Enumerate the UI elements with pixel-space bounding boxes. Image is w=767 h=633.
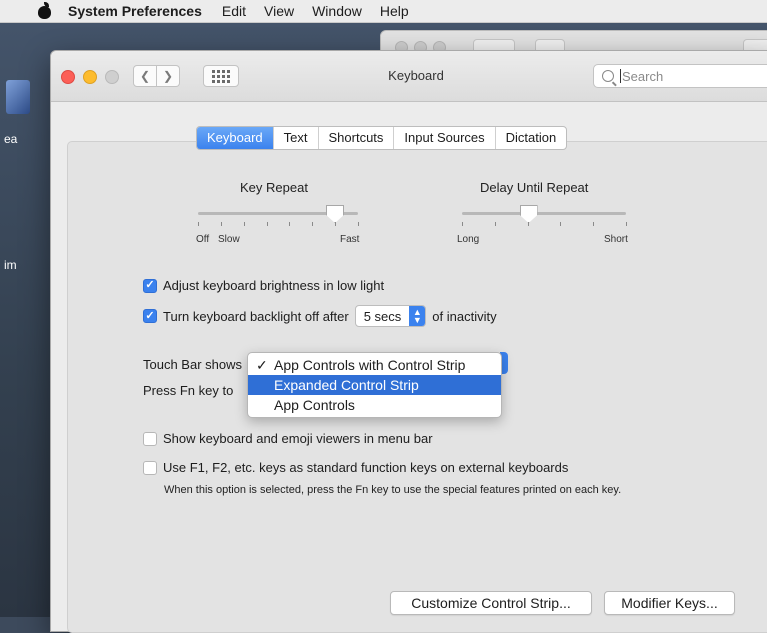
backlight-label-before: Turn keyboard backlight off after bbox=[163, 308, 349, 324]
touchbar-label: Touch Bar shows bbox=[143, 357, 242, 372]
slider-tick bbox=[335, 222, 337, 226]
dropdown-item-label: Expanded Control Strip bbox=[274, 377, 419, 393]
menu-bar: System Preferences Edit View Window Help bbox=[0, 0, 767, 23]
text-cursor bbox=[620, 69, 621, 83]
brightness-checkbox[interactable] bbox=[143, 278, 157, 293]
function-keys-label: Use F1, F2, etc. keys as standard functi… bbox=[163, 460, 569, 475]
delay-label-long: Long bbox=[457, 234, 480, 245]
delay-label-short: Short bbox=[604, 234, 628, 245]
search-placeholder: Search bbox=[622, 68, 664, 84]
updown-arrows-icon: ▲ ▼ bbox=[409, 306, 426, 326]
desktop-label: ea bbox=[4, 132, 18, 146]
dropdown-item-app-controls-with-control-strip[interactable]: ✓ App Controls with Control Strip bbox=[248, 355, 501, 375]
slider-tick bbox=[312, 222, 314, 226]
search-icon bbox=[602, 70, 614, 82]
function-keys-option[interactable]: Use F1, F2, etc. keys as standard functi… bbox=[143, 460, 568, 475]
dropdown-item-expanded-control-strip[interactable]: Expanded Control Strip bbox=[248, 375, 501, 395]
key-repeat-label-fast: Fast bbox=[340, 234, 360, 245]
slider-tick bbox=[462, 222, 463, 226]
tab-keyboard[interactable]: Keyboard bbox=[197, 127, 273, 149]
backlight-label-after: of inactivity bbox=[432, 308, 497, 324]
slider-tick bbox=[626, 222, 627, 226]
key-repeat-label-off: Off bbox=[196, 234, 210, 245]
brightness-label: Adjust keyboard brightness in low light bbox=[163, 278, 385, 293]
menu-app-name[interactable]: System Preferences bbox=[68, 3, 202, 19]
slider-tick bbox=[593, 222, 595, 226]
function-keys-note: When this option is selected, press the … bbox=[164, 484, 622, 496]
backlight-option[interactable]: Turn keyboard backlight off after 5 secs… bbox=[143, 305, 497, 327]
menu-window[interactable]: Window bbox=[312, 3, 362, 19]
dropdown-item-label: App Controls with Control Strip bbox=[274, 357, 466, 373]
tab-text[interactable]: Text bbox=[272, 127, 318, 149]
title-bar[interactable]: ❮ ❯ Keyboard Search bbox=[51, 51, 767, 102]
brightness-option[interactable]: Adjust keyboard brightness in low light bbox=[143, 278, 384, 293]
key-repeat-title: Key Repeat bbox=[240, 180, 308, 195]
menu-help[interactable]: Help bbox=[380, 3, 409, 19]
backlight-timeout-value: 5 secs bbox=[363, 308, 402, 324]
slider-tick bbox=[266, 222, 268, 226]
emoji-viewer-option[interactable]: Show keyboard and emoji viewers in menu … bbox=[143, 431, 433, 446]
apple-menu-icon[interactable] bbox=[36, 2, 54, 19]
desktop-label: im bbox=[4, 258, 17, 272]
tab-input-sources[interactable]: Input Sources bbox=[393, 127, 494, 149]
modifier-keys-button[interactable]: Modifier Keys... bbox=[604, 591, 735, 615]
slider-tick bbox=[220, 222, 222, 226]
fn-key-row: Press Fn key to bbox=[143, 383, 233, 398]
fn-key-label: Press Fn key to bbox=[143, 383, 234, 398]
slider-tick bbox=[243, 222, 245, 226]
dropdown-item-label: App Controls bbox=[274, 397, 355, 413]
dropdown-item-app-controls[interactable]: App Controls bbox=[248, 395, 501, 415]
function-keys-checkbox[interactable] bbox=[143, 460, 157, 475]
search-input[interactable]: Search bbox=[593, 64, 767, 88]
desktop-file-icon[interactable] bbox=[6, 80, 30, 114]
menu-edit[interactable]: Edit bbox=[222, 3, 246, 19]
emoji-viewer-label: Show keyboard and emoji viewers in menu … bbox=[163, 431, 433, 446]
slider-tick bbox=[560, 222, 562, 226]
tab-dictation[interactable]: Dictation bbox=[494, 127, 567, 149]
backlight-checkbox[interactable] bbox=[143, 309, 157, 323]
backlight-timeout-select[interactable]: 5 secs ▲ ▼ bbox=[354, 305, 427, 327]
delay-until-repeat-slider[interactable] bbox=[462, 212, 626, 215]
slider-tick bbox=[494, 222, 496, 226]
slider-tick bbox=[289, 222, 291, 226]
delay-until-repeat-title: Delay Until Repeat bbox=[480, 180, 589, 195]
tab-shortcuts[interactable]: Shortcuts bbox=[317, 127, 394, 149]
customize-control-strip-button[interactable]: Customize Control Strip... bbox=[390, 591, 592, 615]
slider-tick bbox=[358, 222, 359, 226]
tab-bar: Keyboard Text Shortcuts Input Sources Di… bbox=[196, 126, 568, 150]
slider-tick bbox=[527, 222, 529, 226]
slider-tick bbox=[198, 222, 199, 226]
emoji-viewer-checkbox[interactable] bbox=[143, 431, 157, 446]
checkmark-icon: ✓ bbox=[256, 357, 268, 373]
touchbar-row: Touch Bar shows bbox=[143, 357, 242, 372]
touchbar-dropdown-menu: ✓ App Controls with Control Strip Expand… bbox=[247, 352, 502, 418]
key-repeat-label-slow: Slow bbox=[218, 234, 240, 245]
menu-view[interactable]: View bbox=[264, 3, 294, 19]
